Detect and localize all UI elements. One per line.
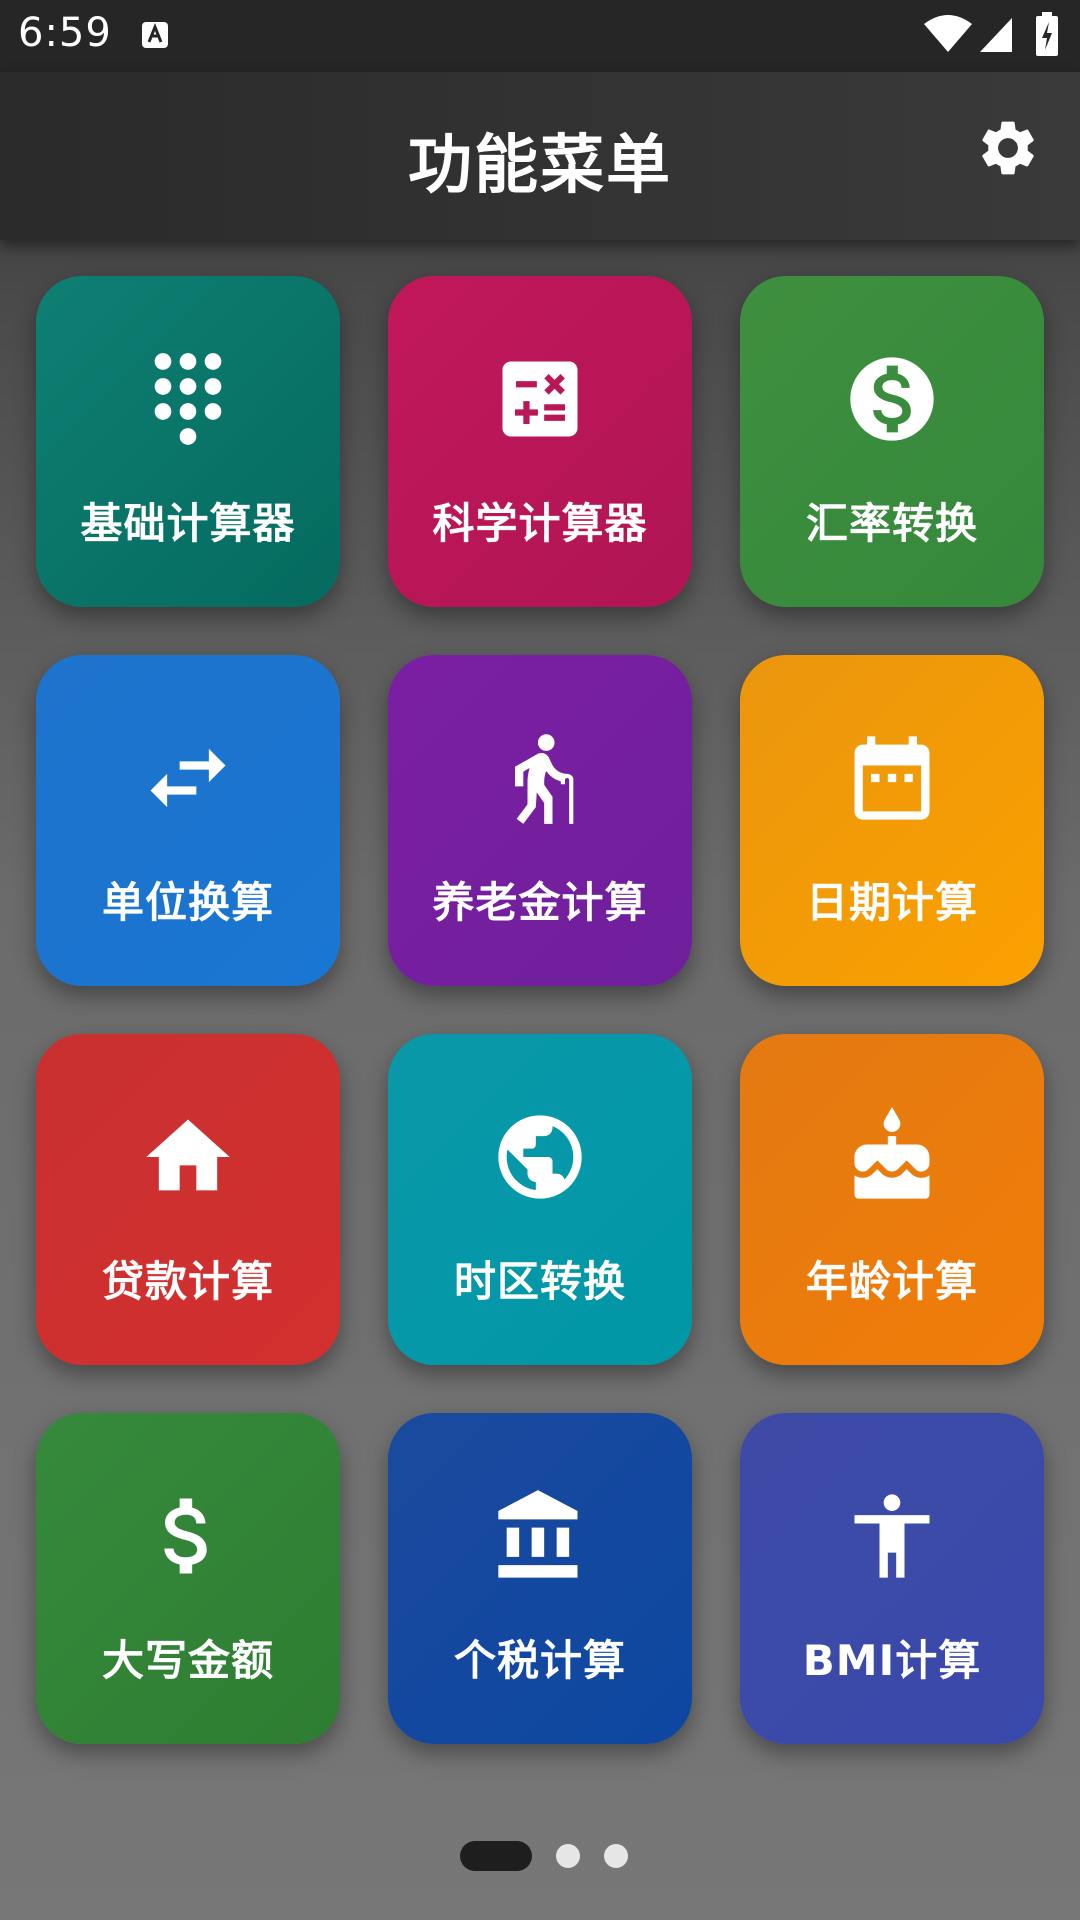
tile-label: 时区转换 [453,1257,626,1306]
tile-pension[interactable]: 养老金计算 [388,655,692,986]
dollar-sign-icon [133,1481,243,1591]
accessibility-app-icon [140,20,170,50]
page-indicator-dot[interactable] [556,1844,580,1868]
page-indicator [0,1840,1080,1872]
tile-amount-in-words[interactable]: 大写金额 [36,1413,340,1744]
tile-label: 养老金计算 [432,878,648,927]
tile-unit-conversion[interactable]: 单位换算 [36,655,340,986]
tile-label: 基础计算器 [80,499,296,548]
elderly-person-icon [485,723,595,833]
status-time: 6:59 [18,10,112,56]
tile-label: 贷款计算 [101,1257,274,1306]
page-title: 功能菜单 [408,129,672,203]
tile-date-calculation[interactable]: 日期计算 [740,655,1044,986]
app-bar: 功能菜单 [0,72,1080,240]
house-icon [133,1102,243,1212]
calculator-icon [485,344,595,454]
birthday-cake-icon [837,1102,947,1212]
calendar-icon [837,723,947,833]
gear-icon [975,115,1041,185]
wifi-icon [922,14,974,54]
signal-icon [978,14,1014,54]
tile-label: 科学计算器 [432,499,648,548]
globe-icon [485,1102,595,1212]
tile-age-calculation[interactable]: 年龄计算 [740,1034,1044,1365]
page-indicator-active[interactable] [460,1841,532,1871]
tile-label: 日期计算 [805,878,978,927]
tile-currency-exchange[interactable]: 汇率转换 [740,276,1044,607]
tile-label: 单位换算 [101,878,274,927]
tile-scientific-calculator[interactable]: 科学计算器 [388,276,692,607]
swap-arrows-icon [133,723,243,833]
bank-icon [485,1481,595,1591]
tile-loan[interactable]: 贷款计算 [36,1034,340,1365]
page-indicator-dot[interactable] [604,1844,628,1868]
status-bar: 6:59 [0,0,1080,72]
tile-bmi[interactable]: BMI计算 [740,1413,1044,1744]
tile-label: 年龄计算 [805,1257,978,1306]
dialpad-icon [133,344,243,454]
dollar-circle-icon [837,344,947,454]
tile-label: BMI计算 [802,1636,982,1685]
battery-charging-icon [1034,12,1060,58]
tile-label: 个税计算 [453,1636,626,1685]
feature-grid: 基础计算器 科学计算器 汇率转换 单位换算 养老金计算 日期计算 贷款计算 时区… [36,276,1044,1744]
tile-timezone[interactable]: 时区转换 [388,1034,692,1365]
tile-label: 汇率转换 [805,499,978,548]
tile-basic-calculator[interactable]: 基础计算器 [36,276,340,607]
tile-label: 大写金额 [101,1636,274,1685]
settings-button[interactable] [970,112,1046,188]
tile-income-tax[interactable]: 个税计算 [388,1413,692,1744]
accessibility-person-icon [837,1481,947,1591]
